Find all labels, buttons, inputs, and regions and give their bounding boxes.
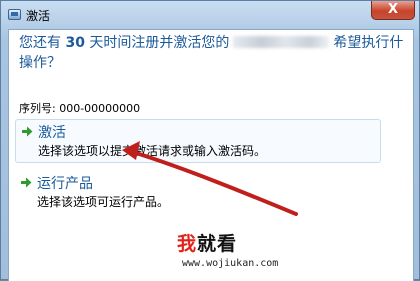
question-prefix: 您还有 <box>19 35 61 51</box>
question-suffix: 天时间注册并激活您的 <box>89 35 230 51</box>
option-run-product[interactable]: 运行产品 选择该选项可运行产品。 <box>15 171 381 215</box>
watermark-logo: 我就看 <box>177 233 238 255</box>
blurred-product-name <box>233 36 330 48</box>
green-arrow-icon <box>22 126 33 137</box>
close-button[interactable]: X <box>371 1 415 20</box>
option-activate[interactable]: 激活 选择该选项以提交激活请求或输入激活码。 <box>15 119 381 163</box>
option-activate-description: 选择该选项以提交激活请求或输入激活码。 <box>38 144 267 158</box>
application-icon <box>8 9 21 20</box>
option-activate-title: 激活 <box>38 125 66 141</box>
question-line2: 操作？ <box>19 55 61 71</box>
question-text: 您还有 30 天时间注册并激活您的 希望执行什 操作？ <box>19 33 420 73</box>
serial-number: 序列号: 000-00000000 <box>19 102 141 115</box>
option-run-product-description: 选择该选项可运行产品。 <box>37 195 170 209</box>
window-title: 激活 <box>26 9 51 23</box>
option-run-product-title: 运行产品 <box>37 176 93 192</box>
title-bar[interactable]: 激活 X <box>1 1 419 29</box>
question-days: 30 <box>65 35 85 51</box>
watermark: 我就看 www.wojiukan.com <box>124 222 292 280</box>
question-end: 希望执行什 <box>333 35 404 51</box>
green-arrow-icon <box>21 177 32 188</box>
watermark-url: www.wojiukan.com <box>182 258 279 269</box>
